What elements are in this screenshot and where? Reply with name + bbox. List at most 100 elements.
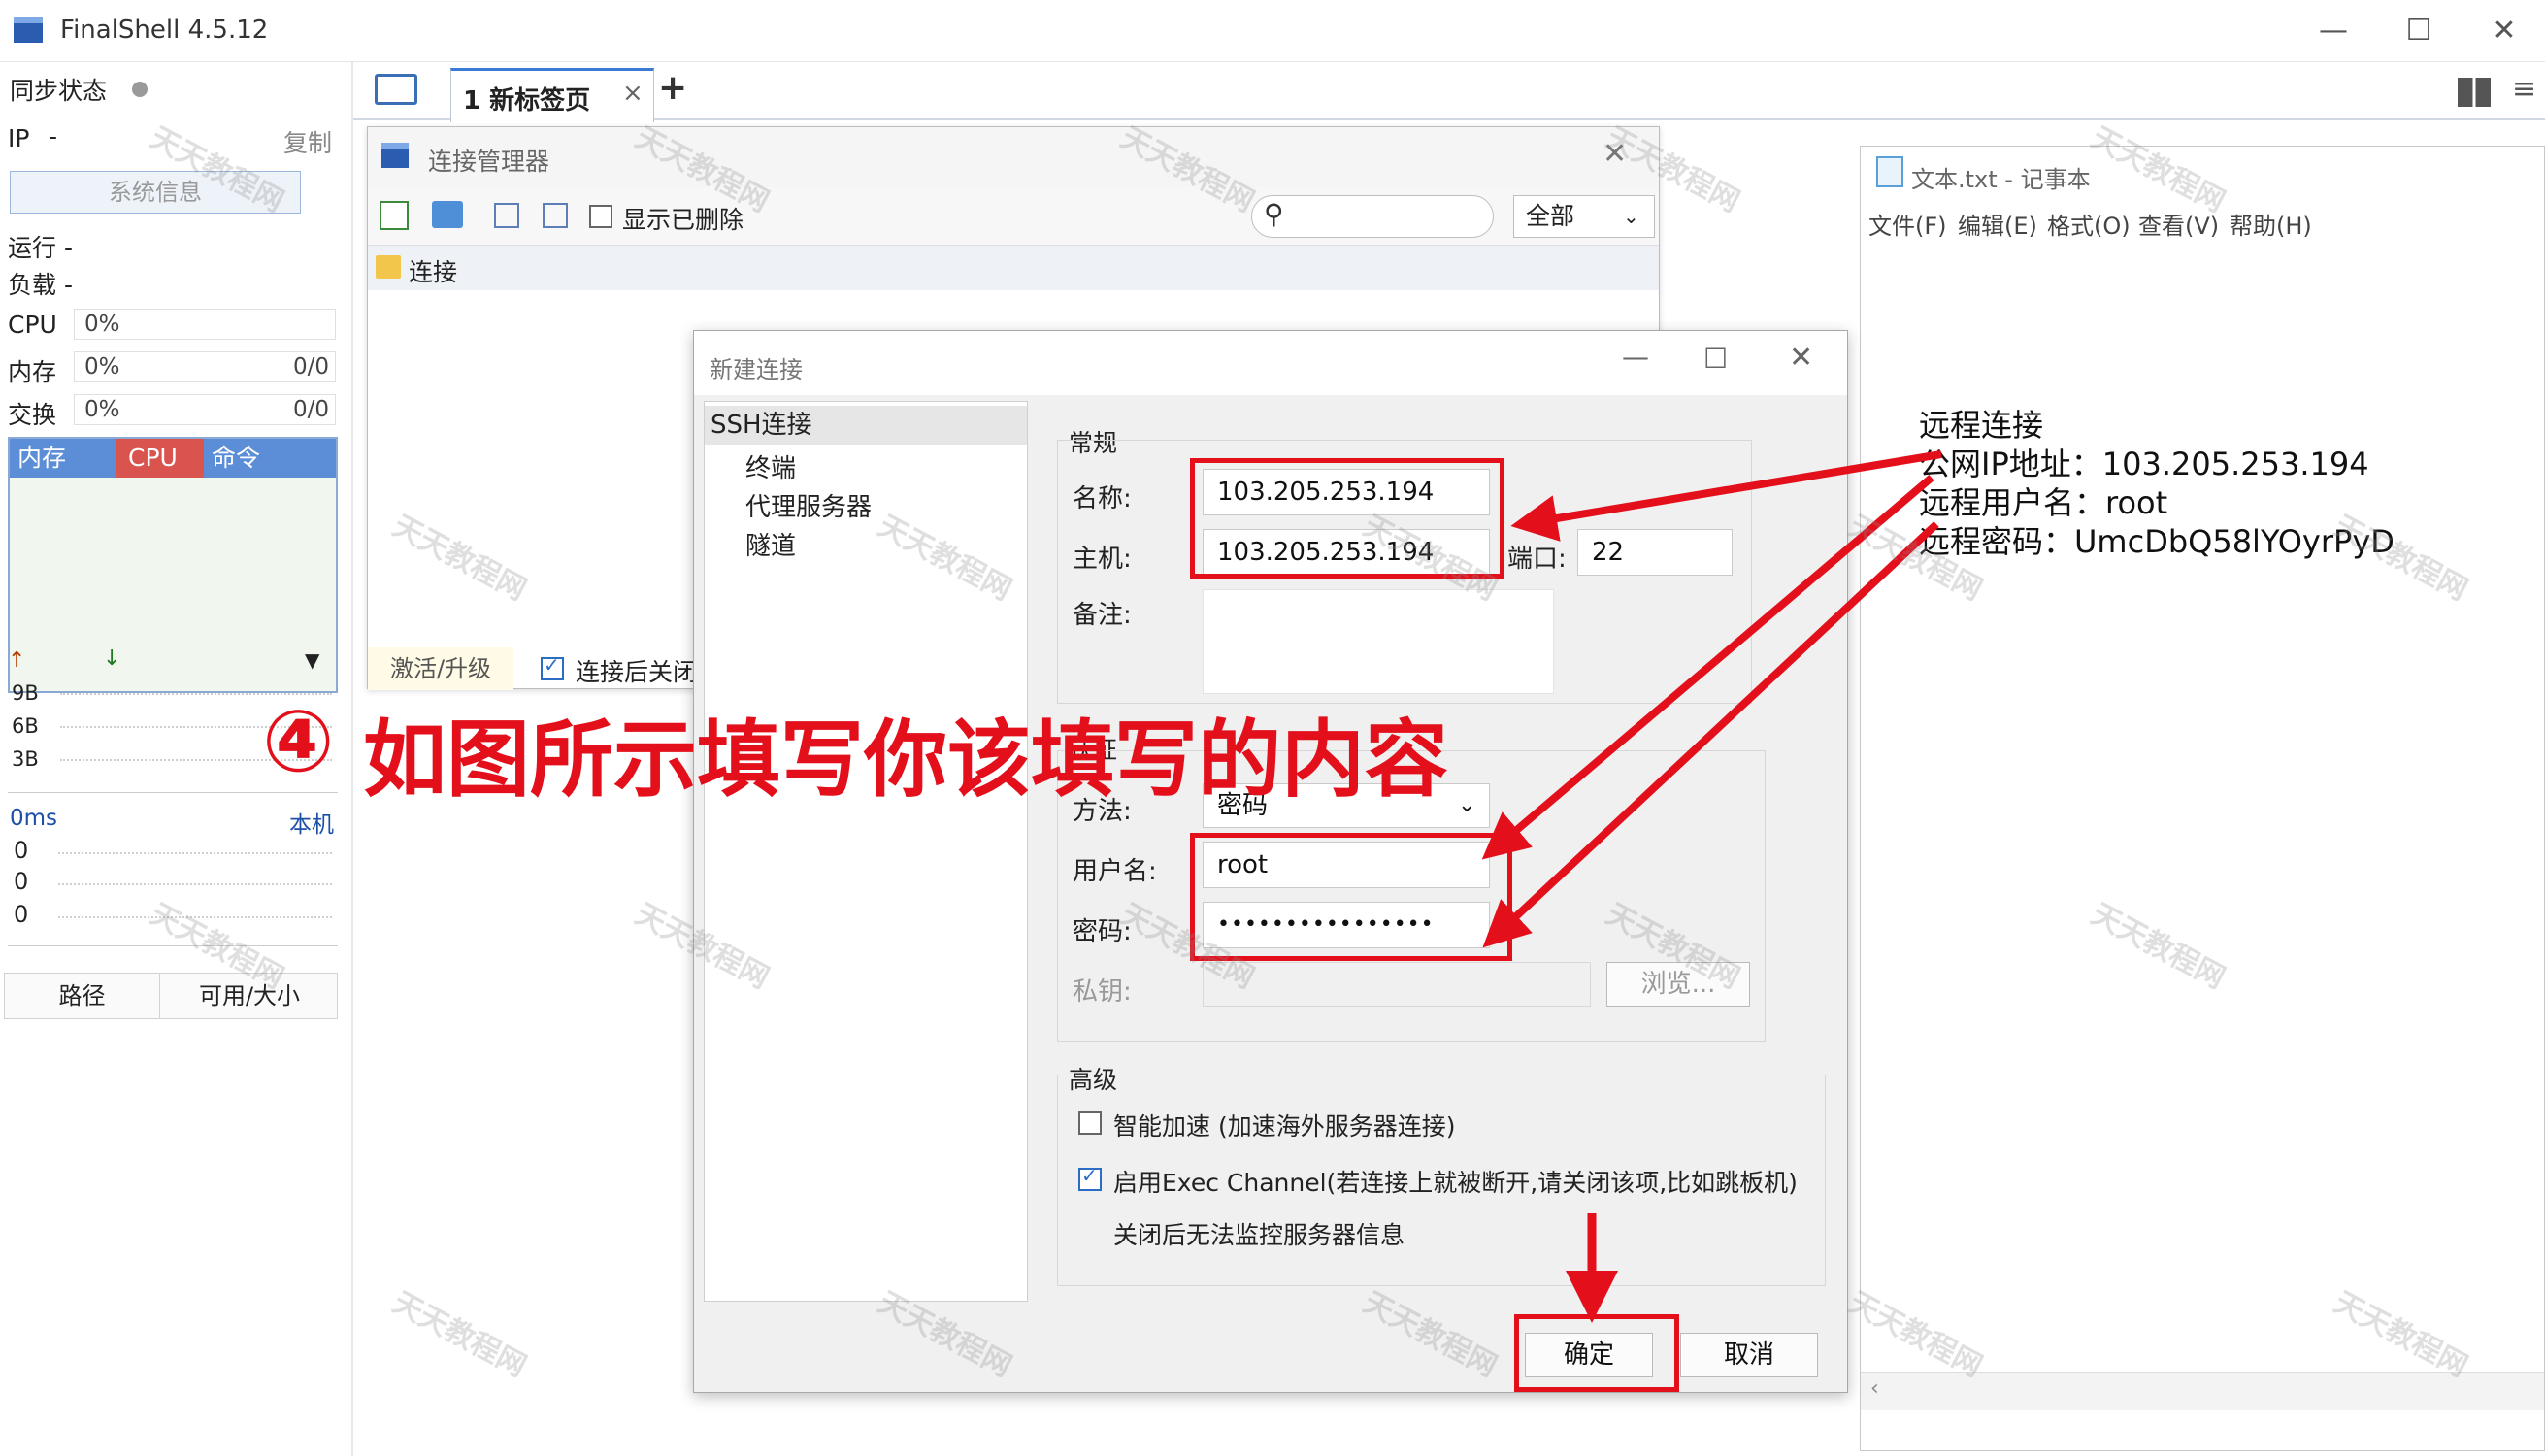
connection-manager-header: 连接管理器 ✕ [368, 127, 1659, 187]
session-tab-strip: 1 新标签页 × + ≡ [353, 62, 2545, 122]
step-number: ④ [262, 691, 335, 791]
exec-channel-checkbox[interactable]: ✓ [1078, 1164, 1102, 1191]
host-label: 主机: [1073, 545, 1132, 574]
highlight-user-pass [1190, 833, 1512, 961]
nav-item-tunnel[interactable]: 隧道 [745, 526, 796, 562]
sync-status-label: 同步状态 [10, 77, 108, 105]
swap-usage-value: 0% [84, 397, 120, 422]
connection-manager-title: 连接管理器 [428, 148, 550, 176]
dialog-close-button[interactable]: ✕ [1789, 341, 1813, 375]
dialog-minimize-button[interactable]: — [1622, 341, 1649, 373]
new-connection-icon[interactable] [380, 201, 409, 230]
chevron-down-icon: ⌄ [1623, 205, 1639, 228]
private-key-label: 私钥: [1073, 977, 1132, 1007]
layout-grid-icon[interactable] [2458, 78, 2491, 107]
download-arrow-icon: ↓ [103, 646, 121, 671]
notepad-icon [1876, 156, 1903, 187]
filter-select[interactable]: 全部 ⌄ [1513, 195, 1655, 238]
tab-new[interactable]: 1 新标签页 × [450, 68, 654, 122]
close-after-connect-checkbox[interactable]: ✓ [541, 653, 564, 680]
interface-dropdown-icon[interactable]: ▼ [305, 648, 319, 672]
nav-item-terminal[interactable]: 终端 [745, 448, 796, 484]
connection-tree-root[interactable]: 连接 [368, 246, 1659, 290]
sync-status-dot [132, 82, 148, 97]
add-tab-button[interactable]: + [658, 68, 687, 108]
notepad-title: 文本.txt - 记事本 [1911, 166, 2091, 193]
notepad-line: 远程密码：UmcDbQ58lYOyrPyD [1919, 523, 2395, 560]
mem-label: 内存 [8, 358, 57, 386]
expand-all-icon[interactable] [543, 203, 568, 228]
menu-icon[interactable]: ≡ [2512, 72, 2536, 106]
divider [8, 792, 338, 793]
smart-accel-checkbox[interactable] [1078, 1111, 1102, 1135]
private-key-field[interactable] [1203, 962, 1591, 1007]
monitor-tab-cpu[interactable]: CPU [116, 439, 204, 478]
filter-select-value: 全部 [1526, 202, 1575, 230]
ip-label: IP [8, 124, 30, 152]
smart-accel-label: 智能加速 (加速海外服务器连接) [1113, 1112, 1456, 1141]
highlight-ok-button [1514, 1314, 1679, 1392]
tab-new-label: 1 新标签页 [463, 86, 591, 116]
scroll-left-icon[interactable]: ‹ [1870, 1376, 1879, 1401]
close-after-connect-label: 连接后关闭 [576, 658, 698, 686]
mem-usage-count: 0/0 [292, 354, 329, 380]
connection-manager-toolbar: 显示已删除 ⚲ 全部 ⌄ [368, 187, 1659, 246]
monitor-panel: 内存 CPU 命令 [8, 437, 338, 693]
upload-arrow-icon: ↑ [8, 648, 26, 673]
notepad-menu-format[interactable]: 格式(O) [2047, 207, 2131, 241]
folder-icon [376, 255, 401, 279]
cancel-button[interactable]: 取消 [1680, 1333, 1818, 1377]
step-instruction: 如图所示填写你该填写的内容 [363, 711, 1448, 809]
ping-grid-line [58, 883, 332, 885]
note-label: 备注: [1073, 601, 1132, 630]
collapse-all-icon[interactable] [494, 203, 519, 228]
nav-item-ssh[interactable]: SSH连接 [705, 406, 1027, 445]
app-icon [14, 17, 43, 43]
exec-channel-note: 关闭后无法监控服务器信息 [1113, 1221, 1405, 1249]
dialog-title: 新建连接 [710, 356, 803, 383]
notepad-menu-help[interactable]: 帮助(H) [2230, 207, 2312, 241]
swap-usage-count: 0/0 [292, 397, 329, 422]
monitor-tab-command[interactable]: 命令 [204, 439, 301, 478]
disk-table-header: 路径 可用/大小 [4, 973, 338, 1019]
port-label: 端口: [1507, 545, 1567, 574]
notepad-menu-edit[interactable]: 编辑(E) [1958, 207, 2037, 241]
ping-host[interactable]: 本机 [289, 806, 334, 839]
notepad-window: 文本.txt - 记事本 文件(F) 编辑(E) 格式(O) 查看(V) 帮助(… [1860, 146, 2545, 1451]
notepad-menu-file[interactable]: 文件(F) [1868, 207, 1947, 241]
connection-manager-icon [381, 143, 409, 168]
show-deleted-checkbox[interactable] [589, 205, 612, 228]
dialog-nav-list: SSH连接 终端 代理服务器 隧道 [704, 401, 1028, 1302]
note-field[interactable] [1203, 589, 1554, 694]
swap-label: 交换 [8, 401, 57, 429]
monitor-tab-mem[interactable]: 内存 [10, 439, 115, 478]
username-label: 用户名: [1073, 857, 1157, 886]
open-folder-icon[interactable] [375, 74, 417, 105]
dialog-maximize-button[interactable]: ☐ [1703, 343, 1728, 375]
ping-latency: 0ms [10, 806, 58, 831]
nav-item-proxy[interactable]: 代理服务器 [745, 487, 872, 523]
run-status: 运行 - [8, 234, 73, 262]
close-button[interactable]: ✕ [2465, 10, 2543, 52]
ping-tick: 0 [14, 837, 29, 864]
activate-upgrade-link[interactable]: 激活/升级 [368, 647, 513, 690]
minimize-button[interactable]: — [2295, 10, 2372, 52]
net-tick-3b: 3B [12, 747, 39, 771]
disk-col-path[interactable]: 路径 [5, 974, 160, 1018]
new-folder-icon[interactable] [432, 201, 463, 228]
maximize-button[interactable]: ☐ [2380, 10, 2458, 52]
exec-channel-label: 启用Exec Channel(若连接上就被断开,请关闭该项,比如跳板机) [1113, 1169, 1798, 1197]
load-status: 负载 - [8, 271, 73, 299]
search-input[interactable]: ⚲ [1251, 195, 1494, 238]
swap-usage-bar: 0% 0/0 [74, 394, 336, 425]
mem-usage-value: 0% [84, 354, 120, 380]
port-field[interactable]: 22 [1577, 529, 1733, 576]
copy-ip-link[interactable]: 复制 [283, 124, 332, 159]
tree-item-label: 连接 [409, 258, 458, 286]
close-after-connect-option[interactable]: ✓ 连接后关闭 [541, 647, 698, 690]
ping-tick: 0 [14, 901, 29, 928]
cpu-usage-bar: 0% [74, 309, 336, 340]
cpu-label: CPU [8, 311, 57, 339]
tab-close-icon[interactable]: × [622, 79, 644, 108]
ping-grid-line [58, 852, 332, 854]
